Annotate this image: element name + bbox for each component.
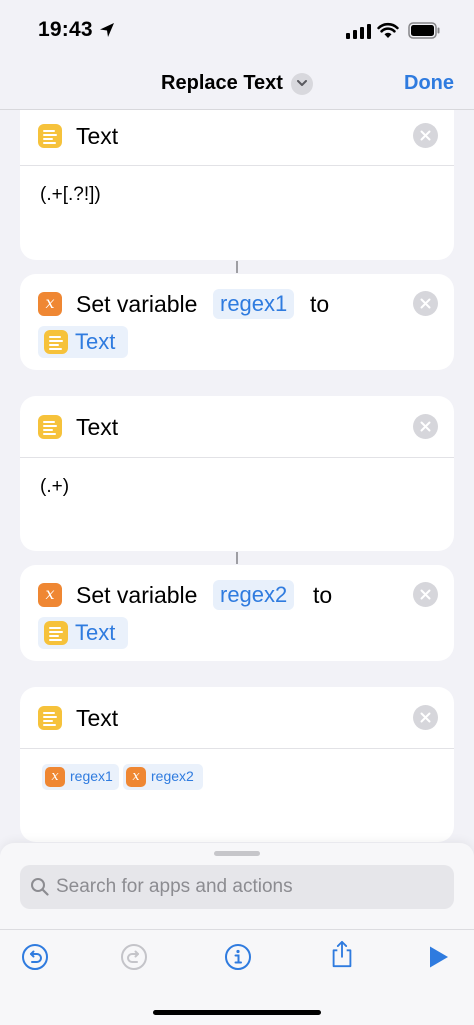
text-action-card[interactable]: Text (.+[.?!]) <box>20 110 454 260</box>
value-text-token[interactable]: Text <box>38 326 128 358</box>
variable-name-token[interactable]: regex1 <box>213 289 295 319</box>
wifi-icon <box>377 22 399 38</box>
text-action-content[interactable]: (.+) <box>40 476 69 498</box>
text-action-icon <box>38 124 62 148</box>
remove-action-button[interactable] <box>413 414 438 439</box>
action-label: Text <box>76 705 119 731</box>
variable-token-regex2[interactable]: x regex2 <box>123 764 203 790</box>
toolbar-divider <box>0 929 474 930</box>
status-bar: 19:43 <box>0 0 474 58</box>
sheet-grabber[interactable] <box>214 851 260 856</box>
nav-bar: Replace Text Done <box>0 58 474 110</box>
info-icon[interactable] <box>224 943 252 971</box>
variable-icon: x <box>126 767 146 787</box>
remove-action-button[interactable] <box>413 123 438 148</box>
text-action-icon <box>44 330 68 354</box>
play-icon[interactable] <box>425 943 453 971</box>
battery-icon <box>408 22 440 39</box>
undo-icon[interactable] <box>21 943 49 971</box>
value-text-label: Text <box>75 620 116 645</box>
remove-action-button[interactable] <box>413 705 438 730</box>
set-variable-action-card[interactable]: x Set variable regex2 to Text <box>20 565 454 661</box>
variable-token-label: regex1 <box>70 768 113 784</box>
remove-action-button[interactable] <box>413 291 438 316</box>
done-button[interactable]: Done <box>404 72 454 95</box>
set-variable-action-card[interactable]: x Set variable regex1 to Text <box>20 274 454 370</box>
action-label: Text <box>76 123 119 149</box>
action-header: Text <box>20 687 454 749</box>
action-connector <box>236 261 238 273</box>
action-search-sheet <box>0 843 474 1025</box>
redo-icon[interactable] <box>120 943 148 971</box>
variable-icon: x <box>38 292 62 316</box>
text-action-content[interactable]: (.+[.?!]) <box>40 184 101 206</box>
value-text-label: Text <box>75 329 116 354</box>
location-arrow-icon <box>100 23 114 37</box>
variable-name-token[interactable]: regex2 <box>213 580 295 610</box>
shortcut-title-label: Replace Text <box>161 72 283 94</box>
action-header: Text <box>20 396 454 458</box>
text-action-icon <box>44 621 68 645</box>
text-action-icon <box>38 706 62 730</box>
remove-action-button[interactable] <box>413 582 438 607</box>
value-text-token[interactable]: Text <box>38 617 128 649</box>
shortcut-title[interactable]: Replace Text <box>0 72 474 95</box>
action-header: Text <box>20 110 454 166</box>
action-label-to: to <box>313 582 333 608</box>
variable-token-label: regex2 <box>151 768 194 784</box>
search-input[interactable] <box>56 865 446 909</box>
text-action-icon <box>38 415 62 439</box>
variable-icon: x <box>45 767 65 787</box>
status-time: 19:43 <box>38 18 93 41</box>
search-icon <box>31 878 49 896</box>
action-connector <box>236 552 238 564</box>
variable-token-regex1[interactable]: x regex1 <box>42 764 119 790</box>
action-label-to: to <box>310 291 330 317</box>
share-icon[interactable] <box>328 940 356 968</box>
action-label: Set variable <box>76 582 198 608</box>
action-label: Text <box>76 414 119 440</box>
action-label: Set variable <box>76 291 198 317</box>
text-action-card[interactable]: Text (.+) <box>20 396 454 551</box>
text-action-card[interactable]: Text x regex1 x regex2 <box>20 687 454 842</box>
home-indicator <box>153 1010 321 1015</box>
chevron-down-icon[interactable] <box>290 72 313 95</box>
cellular-signal-icon <box>346 23 371 39</box>
search-field[interactable] <box>20 865 454 909</box>
variable-icon: x <box>38 583 62 607</box>
